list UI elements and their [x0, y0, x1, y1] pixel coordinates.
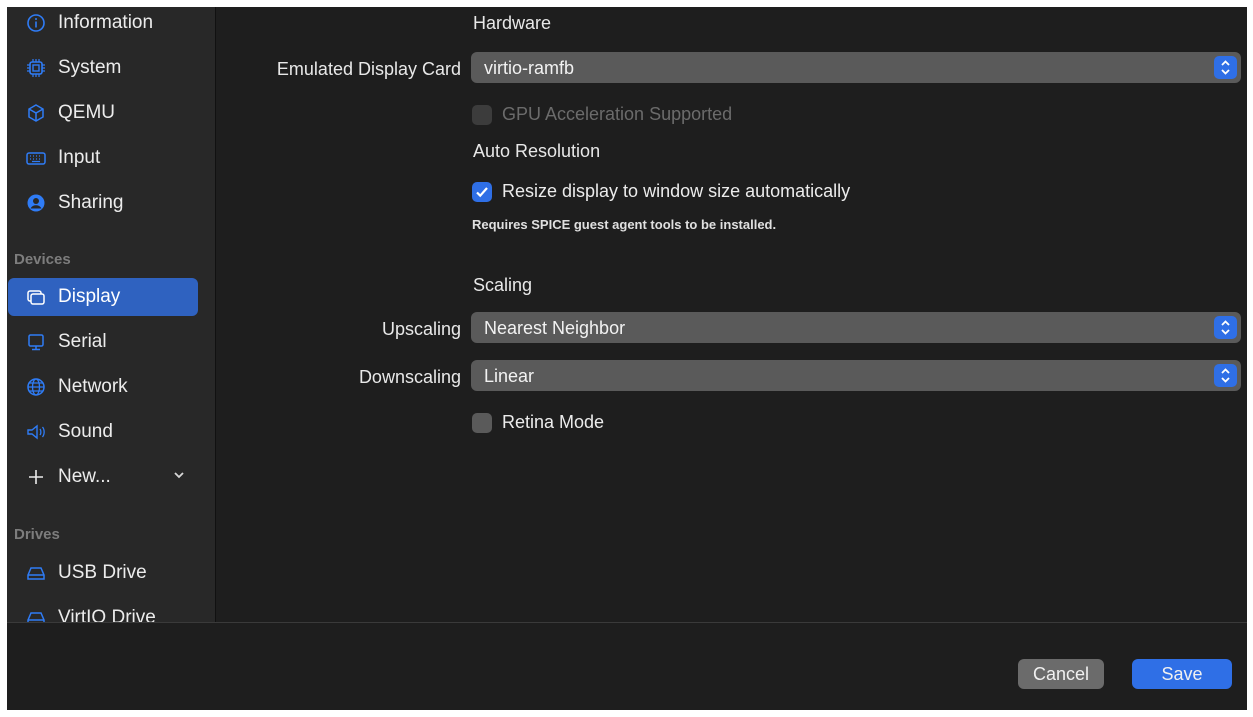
sidebar-item-label: System: [58, 57, 122, 78]
sidebar-item-label: Serial: [58, 331, 107, 352]
drive-icon: [26, 563, 46, 583]
drives-header: Drives: [14, 526, 60, 543]
up-down-chevron-icon: [1214, 56, 1237, 79]
upscaling-label: Upscaling: [381, 319, 461, 339]
cube-icon: [26, 103, 46, 123]
sidebar-item-sound[interactable]: Sound: [8, 413, 198, 451]
emulated-display-value: virtio-ramfb: [484, 58, 575, 78]
sidebar-item-label: Sound: [58, 421, 113, 442]
keyboard-icon: [26, 148, 46, 168]
scaling-title: Scaling: [473, 275, 533, 295]
downscaling-label: Downscaling: [358, 367, 461, 387]
save-button[interactable]: Save: [1132, 659, 1232, 689]
downscaling-popup[interactable]: Linear: [471, 360, 1241, 391]
resize-display-row[interactable]: Resize display to window size automatica…: [472, 181, 850, 202]
sidebar-item-label: USB Drive: [58, 562, 147, 583]
retina-mode-row[interactable]: Retina Mode: [472, 412, 604, 433]
emulated-display-label: Emulated Display Card: [276, 59, 461, 79]
sidebar-item-label: Network: [58, 376, 128, 397]
sidebar-divider: [215, 7, 216, 622]
plus-icon: [26, 467, 46, 487]
gpu-acceleration-label: GPU Acceleration Supported: [502, 104, 733, 124]
devices-header: Devices: [14, 251, 71, 268]
person-circle-icon: [26, 193, 46, 213]
sidebar-item-new[interactable]: New...: [8, 458, 198, 496]
chip-icon: [26, 58, 46, 78]
sidebar-item-label: QEMU: [58, 102, 115, 123]
hardware-title: Hardware: [473, 13, 552, 33]
upscaling-value: Nearest Neighbor: [484, 318, 626, 338]
display-icon: [26, 287, 46, 307]
cancel-button[interactable]: Cancel: [1018, 659, 1104, 689]
gpu-acceleration-row: GPU Acceleration Supported: [472, 104, 732, 125]
spice-note: Requires SPICE guest agent tools to be i…: [472, 217, 777, 232]
info-icon: [26, 13, 46, 33]
footer-divider: [7, 622, 1247, 623]
sidebar-item-virtio-drive[interactable]: VirtIO Drive: [8, 599, 198, 622]
sidebar-item-label: Information: [58, 12, 154, 33]
sidebar-item-label: Input: [58, 147, 101, 168]
auto-resolution-title: Auto Resolution: [473, 141, 601, 161]
sidebar-item-label: VirtIO Drive: [58, 607, 156, 622]
resize-display-label: Resize display to window size automatica…: [502, 181, 851, 201]
upscaling-popup[interactable]: Nearest Neighbor: [471, 312, 1241, 343]
downscaling-value: Linear: [484, 366, 535, 386]
sidebar-item-network[interactable]: Network: [8, 368, 198, 406]
settings-window: Information System QEMU Input Sharing De…: [7, 7, 1247, 710]
sidebar-item-label: New...: [58, 466, 111, 487]
emulated-display-popup[interactable]: virtio-ramfb: [471, 52, 1241, 83]
sidebar-item-serial[interactable]: Serial: [8, 323, 198, 361]
sidebar-item-qemu[interactable]: QEMU: [8, 94, 198, 132]
up-down-chevron-icon: [1214, 316, 1237, 339]
retina-mode-label: Retina Mode: [502, 412, 605, 432]
resize-display-checkbox[interactable]: [472, 181, 492, 202]
sidebar-item-system[interactable]: System: [8, 49, 198, 87]
sidebar-item-label: Sharing: [58, 192, 124, 213]
sidebar: Information System QEMU Input Sharing De…: [7, 7, 215, 622]
retina-mode-checkbox[interactable]: [472, 412, 492, 433]
drive-icon: [26, 608, 46, 622]
checkmark-icon: [476, 186, 488, 197]
sidebar-item-sharing[interactable]: Sharing: [8, 184, 198, 222]
globe-icon: [26, 377, 46, 397]
up-down-chevron-icon: [1214, 364, 1237, 387]
sidebar-item-label: Display: [58, 286, 121, 307]
sidebar-item-usb-drive[interactable]: USB Drive: [8, 554, 198, 592]
sidebar-item-display[interactable]: Display: [8, 278, 198, 316]
chevron-down-icon[interactable]: [172, 468, 186, 482]
sidebar-item-information[interactable]: Information: [8, 7, 198, 42]
terminal-icon: [26, 332, 46, 352]
sidebar-item-input[interactable]: Input: [8, 139, 198, 177]
gpu-acceleration-checkbox: [472, 104, 492, 125]
speaker-icon: [26, 422, 46, 442]
